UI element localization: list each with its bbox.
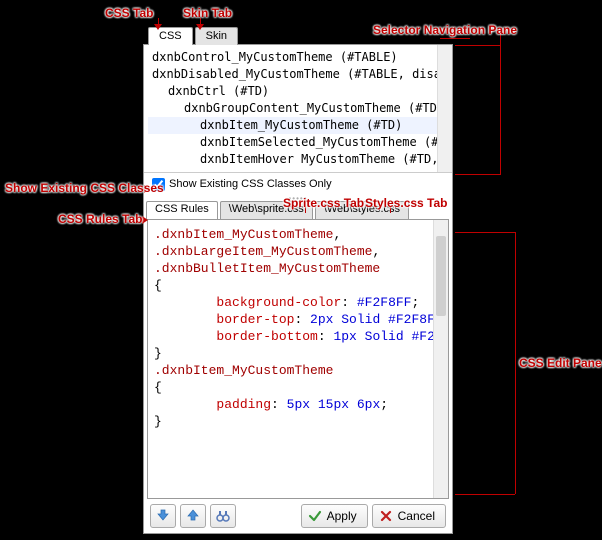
callout-skin-tab: Skin Tab	[183, 6, 232, 20]
check-icon	[308, 509, 322, 523]
move-down-button[interactable]	[150, 504, 176, 528]
callout-rules-tab: CSS Rules Tab	[58, 212, 142, 226]
arrow-up-icon	[186, 509, 200, 523]
apply-button[interactable]: Apply	[301, 504, 368, 528]
nav-item[interactable]: dxnbCtrl (#TD)	[148, 83, 452, 100]
callout-sprite-tab: Sprite.css Tab	[283, 196, 364, 210]
nav-item[interactable]: dxnbItemHover MyCustomTheme (#TD, hottra…	[148, 151, 452, 168]
callout-css-tab: CSS Tab	[105, 6, 153, 20]
main-panel: dxnbControl_MyCustomTheme (#TABLE)dxnbDi…	[143, 44, 453, 534]
show-existing-row: Show Existing CSS Classes Only	[144, 173, 452, 195]
subtab-css-rules[interactable]: CSS Rules	[146, 201, 218, 219]
editor-scrollbar[interactable]	[433, 220, 448, 498]
callout-edit-pane: CSS Edit Pane	[519, 356, 602, 370]
callout-show-existing: Show Existing CSS Classes	[5, 181, 164, 195]
nav-item[interactable]: dxnbDisabled_MyCustomTheme (#TABLE, disa…	[148, 66, 452, 83]
selector-navigation-pane[interactable]: dxnbControl_MyCustomTheme (#TABLE)dxnbDi…	[144, 45, 452, 173]
callout-nav-pane: Selector Navigation Pane	[373, 23, 517, 37]
nav-scrollbar[interactable]	[437, 45, 452, 172]
cancel-button[interactable]: Cancel	[372, 504, 446, 528]
editor-scroll-thumb[interactable]	[436, 236, 446, 316]
footer-bar: Apply Cancel	[144, 499, 452, 533]
binoculars-icon	[216, 509, 230, 523]
cross-icon	[379, 509, 393, 523]
arrow-down-icon	[156, 509, 170, 523]
show-existing-label: Show Existing CSS Classes Only	[169, 178, 332, 190]
callout-styles-tab: Styles.css Tab	[365, 196, 448, 210]
nav-item[interactable]: dxnbItem_MyCustomTheme (#TD)	[148, 117, 452, 134]
nav-item[interactable]: dxnbItemSelected_MyCustomTheme (#TD, sel…	[148, 134, 452, 151]
apply-label: Apply	[327, 509, 357, 523]
nav-item[interactable]: dxnbControl_MyCustomTheme (#TABLE)	[148, 49, 452, 66]
find-button[interactable]	[210, 504, 236, 528]
cancel-label: Cancel	[398, 509, 435, 523]
nav-item[interactable]: dxnbGroupContent_MyCustomTheme (#TD)	[148, 100, 452, 117]
move-up-button[interactable]	[180, 504, 206, 528]
css-edit-pane[interactable]: .dxnbItem_MyCustomTheme, .dxnbLargeItem_…	[147, 219, 449, 499]
